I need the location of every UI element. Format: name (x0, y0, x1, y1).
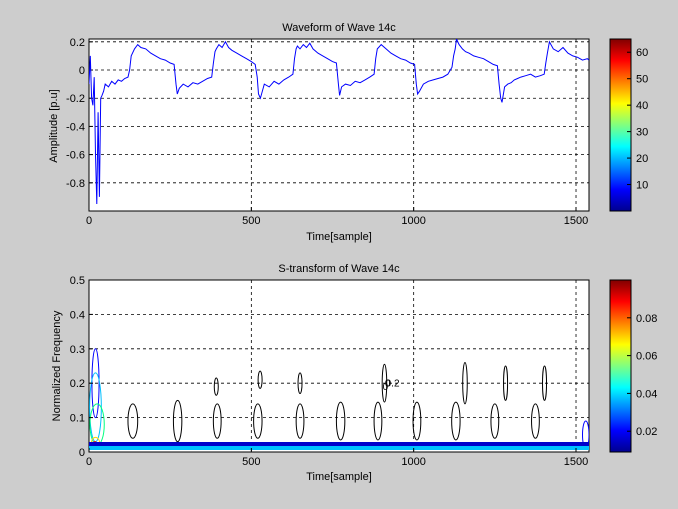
waveform-title: Waveform of Wave 14c (282, 22, 396, 34)
stransform-x-tick-label: 500 (242, 456, 260, 468)
colorbar-tick-label: 30 (636, 127, 648, 139)
colorbar-tick-label: 20 (636, 153, 648, 165)
waveform-y-tick-label: -0.2 (66, 93, 85, 105)
stransform-contour-label: 0.2 (386, 379, 400, 390)
waveform-x-tick-label: 1000 (401, 215, 425, 227)
stransform-y-tick-label: 0.3 (70, 344, 85, 356)
stransform-y-tick-label: 0.4 (70, 309, 85, 321)
stransform-title: S-transform of Wave 14c (278, 263, 400, 275)
stransform-y-label: Normalized Frequency (51, 310, 63, 421)
waveform-x-tick-label: 0 (86, 215, 92, 227)
waveform-plot-area (88, 38, 590, 212)
stransform-x-tick-label: 1500 (564, 456, 588, 468)
waveform-x-tick-label: 500 (242, 215, 260, 227)
colorbar-top: 10 20 30 40 50 60 (609, 38, 648, 212)
stransform-plot-area (88, 279, 590, 453)
colorbar-tick-label: 0.06 (636, 351, 657, 363)
colorbar-tick-label: 0.04 (636, 388, 657, 400)
stransform-x-tick-label: 1000 (401, 456, 425, 468)
colorbar-tick-label: 40 (636, 100, 648, 112)
waveform-y-label: Amplitude [p.u] (48, 89, 60, 162)
waveform-y-tick-label: 0.2 (70, 37, 85, 49)
stransform-x-tick-label: 0 (86, 456, 92, 468)
stransform-y-tick-label: 0 (79, 447, 85, 459)
colorbar-bottom: 0.02 0.04 0.06 0.08 (609, 279, 657, 453)
colorbar-tick-label: 60 (636, 47, 648, 59)
colorbar-bottom-ticks: 0.02 0.04 0.06 0.08 (627, 313, 657, 438)
figure: Waveform of Wave 14c 0.2 0 -0.2 -0.4 -0.6 -0.… (48, 22, 657, 483)
colorbar-top-gradient (609, 38, 632, 212)
waveform-chart: Waveform of Wave 14c 0.2 0 -0.2 -0.4 -0.6 -0.… (48, 22, 590, 243)
waveform-y-tick-label: -0.6 (66, 150, 85, 162)
stransform-baseline-band-inner (89, 446, 589, 450)
waveform-x-tick-label: 1500 (564, 215, 588, 227)
waveform-y-tick-label: -0.8 (66, 178, 85, 190)
waveform-y-tick-label: 0 (79, 65, 85, 77)
stransform-y-tick-label: 0.2 (70, 378, 85, 390)
waveform-x-label: Time[sample] (306, 231, 372, 243)
stransform-chart: S-transform of Wave 14c 000.2 00.10.20.3… (51, 263, 590, 483)
stransform-x-label: Time[sample] (306, 471, 372, 483)
colorbar-tick-label: 0.08 (636, 313, 657, 325)
colorbar-tick-label: 10 (636, 180, 648, 192)
colorbar-tick-label: 0.02 (636, 426, 657, 438)
stransform-y-tick-label: 0.5 (70, 275, 85, 287)
colorbar-tick-label: 50 (636, 74, 648, 86)
colorbar-bottom-gradient (609, 279, 632, 453)
stransform-y-tick-label: 0.1 (70, 413, 85, 425)
waveform-y-tick-label: -0.4 (66, 121, 85, 133)
